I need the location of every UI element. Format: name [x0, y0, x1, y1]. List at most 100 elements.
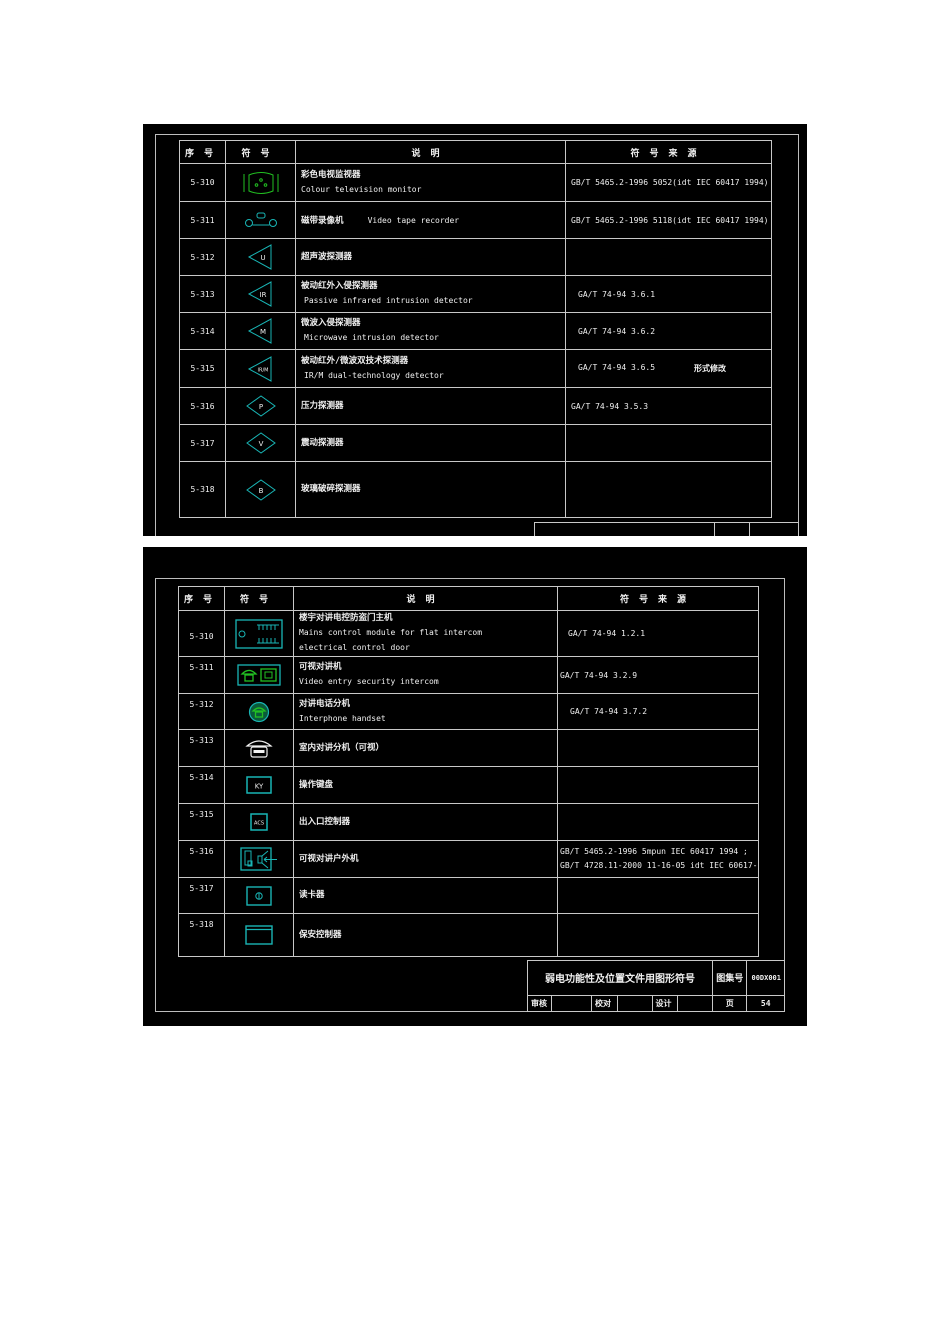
video-entry-intercom-icon: [237, 664, 281, 686]
description-cn: 微波入侵探测器: [301, 318, 361, 328]
pressure-detector-icon: P: [245, 395, 276, 417]
table-row: 5-315 ACS 出入口控制器: [178, 803, 759, 841]
symbol-source: [565, 238, 772, 276]
symbol-source: [557, 913, 759, 957]
description-cn: 操作键盘: [299, 779, 334, 790]
row-number: 5-315: [179, 349, 226, 388]
symbol-source: GA/T 74-94 3.7.2: [557, 693, 759, 730]
description-cn: 对讲电话分机: [299, 698, 351, 709]
dual-technology-detector-icon: IR/M: [247, 355, 271, 382]
description-en: Microwave intrusion detector: [304, 333, 439, 342]
table-row: 5-316 P 压力探测器 GA/T 74-94 3.5.3: [179, 387, 772, 425]
description-cn: 室内对讲分机（可视）: [299, 742, 385, 753]
symbol-source: [565, 424, 772, 462]
description-en: Video entry security intercom: [299, 677, 439, 686]
symbol-source: GA/T 74-94 1.2.1: [557, 610, 759, 657]
passive-infrared-detector-icon: IR: [247, 281, 271, 307]
card-reader-icon: [246, 885, 272, 906]
symbol-table: 序号 符号 说明 符号来源 5-310 楼宇对讲电控防盗门主机 Mains con…: [178, 586, 759, 957]
mains-control-module-icon: [235, 618, 283, 649]
symbol-source: GA/T 74-94 3.6.1: [565, 275, 772, 313]
description-en: Interphone handset: [299, 713, 386, 723]
row-number: 5-312: [179, 238, 226, 276]
symbol-source: [565, 461, 772, 518]
symbol-source: GB/T 5465.2-1996 5052(idt IEC 60417 1994…: [565, 163, 772, 202]
page-label: 页: [712, 994, 748, 1013]
table-row: 5-312 对讲电话分机 Interphone handset GA/T 74-9…: [178, 693, 759, 730]
description-cn: 超声波探测器: [301, 251, 353, 262]
cad-drawing-panel-2: 序号 符号 说明 符号来源 5-310 楼宇对讲电控防盗门主机 Mains con…: [143, 547, 807, 1026]
row-number: 5-313: [178, 729, 225, 767]
row-number: 5-314: [178, 766, 225, 804]
header-symbol: 符号: [224, 586, 294, 611]
row-number: 5-315: [178, 803, 225, 841]
table-row: 5-311 磁带录像机 Video tape recorder GB/T 546…: [179, 201, 772, 239]
review-signature: [550, 994, 593, 1013]
description-cn: 保安控制器: [299, 929, 342, 940]
microwave-detector-icon: M: [247, 318, 271, 344]
description-cn: 震动探测器: [301, 437, 344, 448]
table-row: 5-316 可视对讲户外机 GB/T 5465.2-1996 5mpun IEC…: [178, 840, 759, 878]
description-cn: 读卡器: [299, 890, 325, 900]
wireless-intercom-phone-icon: [245, 740, 273, 758]
symbol-source: [557, 766, 759, 804]
description-en: Mains control module for flat intercom: [299, 628, 483, 637]
svg-text:ACS: ACS: [254, 821, 264, 827]
title-block-partial: 弱电功能性及位置文件用图形符号: [534, 522, 799, 536]
table-row: 5-318 B 玻璃破碎探测器: [179, 461, 772, 518]
description-cn: 磁带录像机: [301, 215, 344, 226]
symbol-source: GB/T 5465.2-1996 5118(idt IEC 60417 1994…: [565, 201, 772, 239]
symbol-source: GA/T 74-94 3.6.2: [565, 312, 772, 350]
glass-break-detector-icon: B: [245, 478, 276, 501]
row-number: 5-310: [179, 163, 226, 202]
header-source: 符号来源: [557, 586, 759, 611]
description-cn: 彩色电视监视器: [301, 169, 361, 180]
table-row: 5-318 保安控制器: [178, 913, 759, 957]
title-block: 弱电功能性及位置文件用图形符号 图集号 00DX001 审核 校对 设计 页 5…: [526, 960, 785, 1013]
title-block-title: 弱电功能性及位置文件用图形符号: [534, 522, 715, 536]
check-signature: [616, 994, 653, 1013]
symbol-table: 序号 符号 说明 符号来源 5-310 彩色电视监视器 Colour televi…: [179, 140, 772, 518]
electric-lock-icon: [240, 847, 277, 871]
table-row: 5-315 IR/M 被动红外/微波双技术探测器 IR/M dual-techno…: [179, 349, 772, 388]
row-number: 5-316: [179, 387, 226, 425]
row-number: 5-310: [178, 610, 225, 657]
description-cn: 可视对讲户外机: [299, 853, 359, 864]
check-label: 校对: [591, 994, 618, 1013]
symbol-source: GB/T 5465.2-1996 5mpun IEC 60417 1994 ;: [560, 847, 748, 856]
table-row: 5-313 室内对讲分机（可视）: [178, 729, 759, 767]
table-row: 5-317 读卡器: [178, 877, 759, 914]
svg-text:U: U: [260, 254, 265, 262]
description-en: Video tape recorder: [367, 215, 460, 225]
description-en: Passive infrared intrusion detector: [304, 296, 473, 305]
table-row: 5-310 彩色电视监视器 Colour television monitor G…: [179, 163, 772, 202]
svg-text:IR: IR: [259, 291, 266, 299]
row-number: 5-314: [179, 312, 226, 350]
table-row: 5-313 IR 被动红外入侵探测器 Passive infrared intru…: [179, 275, 772, 313]
symbol-source: [557, 729, 759, 767]
description-en: IR/M dual-technology detector: [304, 370, 444, 380]
drawing-no-label: 图集号: [712, 960, 748, 996]
symbol-source: GA/T 74-94 3.6.5: [578, 363, 656, 372]
row-number: 5-317: [179, 424, 226, 462]
row-number: 5-312: [178, 693, 225, 730]
description-cn: 被动红外/微波双技术探测器: [301, 355, 409, 366]
header-number: 序号: [178, 586, 225, 611]
description-cn: 压力探测器: [301, 400, 344, 411]
review-label: 审核: [527, 994, 552, 1013]
symbol-source: GA/T 74-94 3.2.9: [557, 656, 759, 694]
svg-text:KY: KY: [255, 783, 264, 791]
table-header-row: 序号 符号 说明 符号来源: [179, 140, 772, 164]
design-label: 设计: [651, 994, 679, 1013]
row-number: 5-317: [178, 877, 225, 914]
description-en-line2: electrical control door: [299, 643, 410, 652]
table-row: 5-311 可视对讲机 Video entry security intercom…: [178, 656, 759, 694]
video-tape-recorder-icon: [244, 212, 277, 227]
svg-text:V: V: [258, 440, 263, 448]
table-row: 5-314 KY 操作键盘: [178, 766, 759, 804]
description-cn: 玻璃破碎探测器: [301, 484, 361, 494]
access-control-icon: ACS: [250, 813, 268, 831]
ultrasonic-detector-icon: U: [247, 244, 271, 270]
svg-text:IR/M: IR/M: [257, 367, 268, 373]
table-row: 5-312 U 超声波探测器: [179, 238, 772, 276]
